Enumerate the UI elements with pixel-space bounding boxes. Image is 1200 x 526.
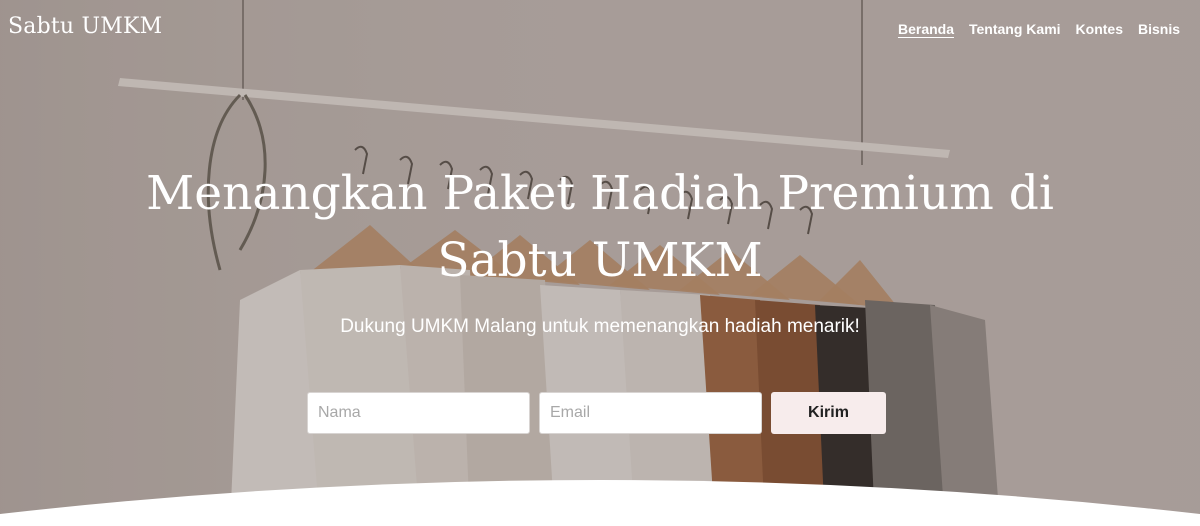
- nav-link-beranda[interactable]: Beranda: [898, 20, 954, 38]
- hero-subtitle: Dukung UMKM Malang untuk memenangkan had…: [340, 316, 860, 337]
- submit-button[interactable]: Kirim: [771, 392, 886, 434]
- navbar: Sabtu UMKM Beranda Tentang Kami Kontes B…: [0, 0, 1200, 60]
- email-field[interactable]: [539, 392, 762, 434]
- name-field[interactable]: [307, 392, 530, 434]
- nav-links: Beranda Tentang Kami Kontes Bisnis: [898, 20, 1180, 38]
- bottom-curve-divider: [0, 480, 1200, 526]
- hero-section: Sabtu UMKM Beranda Tentang Kami Kontes B…: [0, 0, 1200, 526]
- nav-link-tentang-kami[interactable]: Tentang Kami: [969, 20, 1061, 38]
- brand-logo[interactable]: Sabtu UMKM: [8, 14, 162, 39]
- hero-headline: Menangkan Paket Hadiah Premium di Sabtu …: [146, 166, 1054, 288]
- hero-content: Menangkan Paket Hadiah Premium di Sabtu …: [0, 160, 1200, 338]
- nav-link-kontes[interactable]: Kontes: [1076, 20, 1123, 38]
- nav-link-bisnis[interactable]: Bisnis: [1138, 20, 1180, 38]
- signup-form: Kirim: [307, 392, 887, 434]
